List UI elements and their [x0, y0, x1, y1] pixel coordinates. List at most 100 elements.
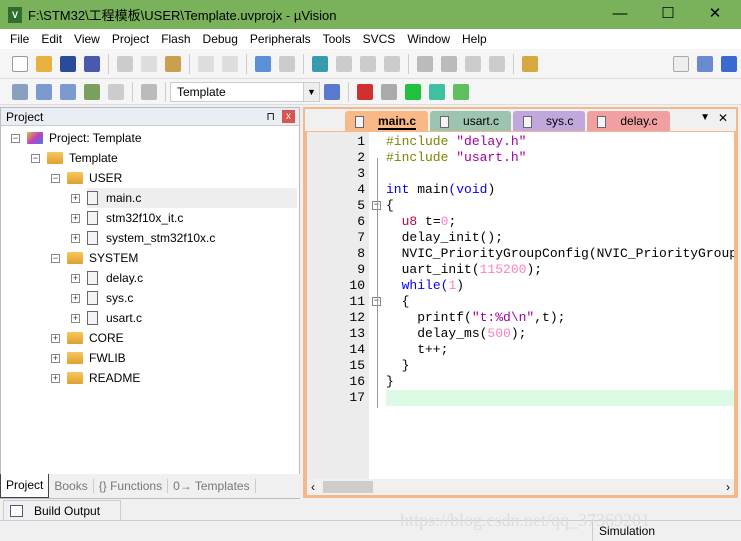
- tab-delay-c[interactable]: delay.c: [587, 111, 670, 131]
- menu-tools[interactable]: Tools: [317, 32, 357, 46]
- expand-icon[interactable]: +: [71, 214, 80, 223]
- scroll-left-icon[interactable]: ‹: [311, 480, 315, 494]
- tab-templates[interactable]: 0→ Templates: [168, 479, 256, 493]
- expand-icon[interactable]: +: [71, 234, 80, 243]
- menu-flash[interactable]: Flash: [155, 32, 196, 46]
- unindent-icon[interactable]: [441, 55, 457, 72]
- tree-item[interactable]: stm32f10x_it.c: [87, 208, 183, 228]
- find-dropdown[interactable]: [673, 55, 689, 72]
- translate-icon[interactable]: [12, 83, 28, 100]
- menu-debug[interactable]: Debug: [197, 32, 244, 46]
- expand-icon[interactable]: +: [71, 314, 80, 323]
- uncomment-icon[interactable]: [489, 55, 505, 72]
- tree-item[interactable]: CORE: [67, 328, 124, 348]
- tab-sys-c[interactable]: sys.c: [513, 111, 586, 131]
- horizontal-scrollbar[interactable]: ‹ ›: [307, 479, 734, 495]
- scroll-right-icon[interactable]: ›: [726, 480, 730, 494]
- target-options-icon[interactable]: [324, 83, 340, 100]
- tree-item-label: system_stm32f10x.c: [106, 231, 216, 245]
- expand-icon[interactable]: +: [71, 294, 80, 303]
- manage-project-icon[interactable]: [357, 83, 373, 100]
- close-button[interactable]: ✕: [692, 0, 738, 29]
- build-output-tab[interactable]: Build Output: [3, 500, 121, 521]
- tree-item[interactable]: system_stm32f10x.c: [87, 228, 215, 248]
- tree-item[interactable]: USER: [67, 168, 122, 188]
- prev-bookmark-icon[interactable]: [336, 55, 352, 72]
- close-panel-button[interactable]: x: [282, 110, 295, 123]
- undo-icon[interactable]: [198, 55, 214, 72]
- expand-icon[interactable]: +: [51, 374, 60, 383]
- forward-icon[interactable]: [279, 55, 295, 72]
- open-icon[interactable]: [36, 55, 52, 72]
- build-icon[interactable]: [36, 83, 52, 100]
- chevron-down-icon[interactable]: ▼: [303, 82, 319, 101]
- menu-window[interactable]: Window: [401, 32, 456, 46]
- next-bookmark-icon[interactable]: [360, 55, 376, 72]
- tab-main-c[interactable]: main.c: [345, 111, 429, 131]
- tab-project[interactable]: Project: [0, 474, 50, 498]
- collapse-icon[interactable]: −: [11, 134, 20, 143]
- menu-file[interactable]: File: [4, 32, 35, 46]
- tree-item[interactable]: sys.c: [87, 288, 133, 308]
- tree-item[interactable]: SYSTEM: [67, 248, 138, 268]
- select-packs-icon[interactable]: [381, 83, 397, 100]
- comment-icon[interactable]: [465, 55, 481, 72]
- collapse-icon[interactable]: −: [51, 174, 60, 183]
- cut-icon[interactable]: [117, 55, 133, 72]
- save-icon[interactable]: [60, 55, 76, 72]
- expand-icon[interactable]: +: [51, 354, 60, 363]
- expand-icon[interactable]: +: [71, 194, 80, 203]
- pack-installer-icon[interactable]: [405, 83, 421, 100]
- collapse-icon[interactable]: −: [51, 254, 60, 263]
- expand-icon[interactable]: +: [51, 334, 60, 343]
- maximize-button[interactable]: ☐: [645, 0, 691, 29]
- manage-rte-icon[interactable]: [429, 83, 445, 100]
- menu-peripherals[interactable]: Peripherals: [244, 32, 317, 46]
- new-file-icon[interactable]: [12, 55, 28, 72]
- code-editor[interactable]: 1 2 3 4 5 6 7 8 9 10 11 12 13 14 15 16 17 #include "delay…: [307, 132, 734, 479]
- menu-edit[interactable]: Edit: [35, 32, 68, 46]
- menu-help[interactable]: Help: [456, 32, 493, 46]
- menu-view[interactable]: View: [68, 32, 106, 46]
- close-tab-icon[interactable]: ✕: [718, 111, 728, 125]
- target-select[interactable]: Template ▼: [170, 81, 320, 102]
- pin-icon[interactable]: ⊓: [266, 108, 275, 126]
- collapse-icon[interactable]: −: [31, 154, 40, 163]
- expand-icon[interactable]: +: [71, 274, 80, 283]
- incremental-find-icon[interactable]: [697, 55, 713, 72]
- tree-item[interactable]: delay.c: [87, 268, 143, 288]
- paste-icon[interactable]: [165, 55, 181, 72]
- batch-build-icon[interactable]: [84, 83, 100, 100]
- tab-usart-c[interactable]: usart.c: [430, 111, 512, 131]
- tree-item[interactable]: README: [67, 368, 140, 388]
- menu-svcs[interactable]: SVCS: [357, 32, 402, 46]
- debug-session-icon[interactable]: [721, 55, 737, 72]
- indent-icon[interactable]: [417, 55, 433, 72]
- tree-item[interactable]: FWLIB: [67, 348, 126, 368]
- clear-bookmarks-icon[interactable]: [384, 55, 400, 72]
- scroll-thumb[interactable]: [323, 481, 373, 493]
- save-all-icon[interactable]: [84, 55, 100, 72]
- tab-books[interactable]: Books: [49, 479, 94, 493]
- redo-icon[interactable]: [222, 55, 238, 72]
- tab-functions[interactable]: {} Functions: [94, 479, 169, 493]
- build-output-icon: [10, 505, 23, 517]
- back-icon[interactable]: [255, 55, 271, 72]
- minimize-button[interactable]: —: [597, 0, 643, 29]
- rebuild-icon[interactable]: [60, 83, 76, 100]
- tree-item[interactable]: main.c: [87, 188, 297, 208]
- stop-build-icon[interactable]: [108, 83, 124, 100]
- tree-item[interactable]: Project: Template: [27, 128, 142, 148]
- line-number: 17: [349, 390, 365, 405]
- menu-project[interactable]: Project: [106, 32, 155, 46]
- environment-icon[interactable]: [453, 83, 469, 100]
- tab-list-icon[interactable]: ▼: [700, 112, 710, 123]
- tree-item[interactable]: Template: [47, 148, 118, 168]
- load-icon[interactable]: [141, 83, 157, 100]
- copy-icon[interactable]: [141, 55, 157, 72]
- find-in-files-icon[interactable]: [522, 55, 538, 72]
- bookmark-icon[interactable]: [312, 55, 328, 72]
- tree-item-label: USER: [89, 171, 123, 185]
- tree-item[interactable]: usart.c: [87, 308, 142, 328]
